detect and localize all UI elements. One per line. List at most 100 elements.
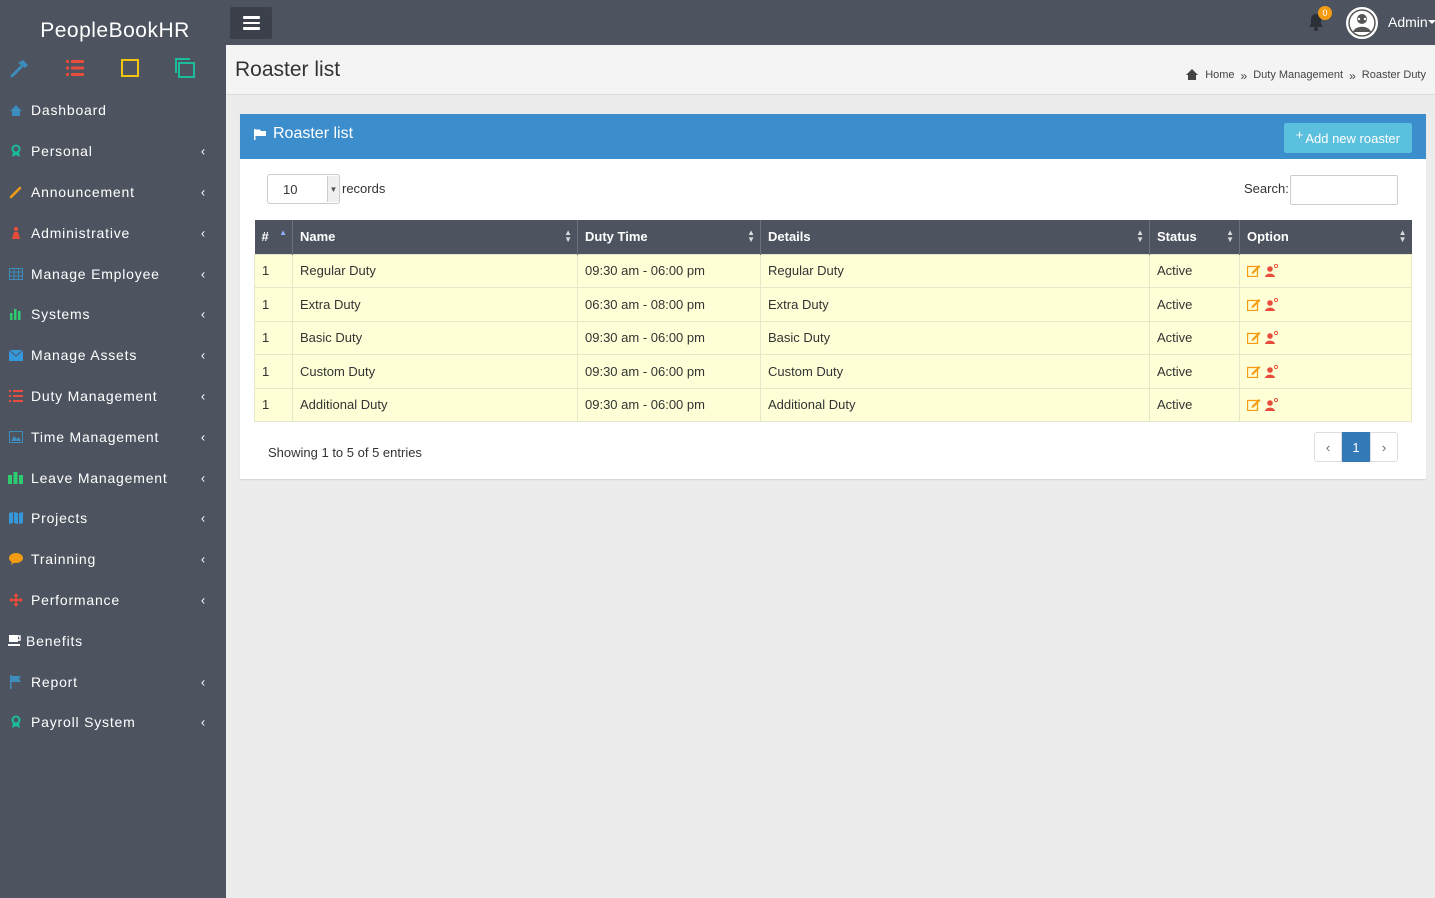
table-row: 1 Custom Duty 09:30 am - 06:00 pm Custom…: [254, 354, 1412, 388]
edit-icon[interactable]: [1247, 365, 1261, 378]
table-row: 1 Regular Duty 09:30 am - 06:00 pm Regul…: [254, 253, 1412, 288]
edit-icon[interactable]: [1247, 398, 1261, 412]
cell-status: Active: [1149, 354, 1240, 388]
breadcrumb-separator: »: [1240, 69, 1248, 83]
sidebar-item-dashboard[interactable]: Dashboard: [0, 90, 226, 131]
sidebar-item-manage-assets[interactable]: Manage Assets ‹: [0, 335, 226, 376]
sidebar-item-label: Duty Management: [31, 387, 158, 404]
cell-number: 1: [254, 253, 293, 288]
page-length-select[interactable]: 10 ▼: [267, 174, 340, 204]
sidebar-item-manage-employee[interactable]: Manage Employee ‹: [0, 253, 226, 294]
chevron-left-icon: ‹: [200, 266, 206, 282]
add-button-label: Add new roaster: [1305, 130, 1400, 146]
flag-icon: [254, 128, 266, 140]
cell-status: Active: [1149, 253, 1240, 288]
column-header-option[interactable]: Option ▲ ▼: [1239, 220, 1412, 254]
page-title: Roaster list: [235, 58, 341, 81]
sidebar-item-systems[interactable]: Systems ‹: [0, 294, 226, 335]
column-header-duty-time[interactable]: Duty Time ▲ ▼: [577, 220, 761, 254]
table-header-row: # ▲ Name ▲ ▼ Duty Time ▲ ▼ Details ▲ ▼ Status ▲ ▼…: [254, 220, 1412, 254]
user-menu-name[interactable]: Admin: [1388, 14, 1428, 30]
pagination-page-1[interactable]: 1: [1342, 432, 1370, 462]
edit-icon[interactable]: [1247, 264, 1261, 278]
sidebar-item-performance[interactable]: Performance ‹: [0, 580, 226, 621]
cell-number: 1: [254, 287, 293, 321]
cell-number: 1: [254, 387, 293, 422]
search-label: Search:: [1244, 181, 1289, 196]
cell-details: Basic Duty: [760, 320, 1150, 355]
column-header-status[interactable]: Status ▲ ▼: [1149, 220, 1240, 254]
page-length-value: 10: [283, 181, 298, 197]
hammer-icon[interactable]: [9, 57, 31, 79]
picture-icon: [7, 430, 24, 444]
cell-option: [1239, 387, 1412, 422]
sidebar-toggle-button[interactable]: [230, 7, 272, 39]
caret-down-icon[interactable]: [1428, 20, 1435, 24]
chevron-left-icon: ‹: [200, 674, 206, 690]
chevron-left-icon: ‹: [200, 347, 206, 363]
cell-name: Additional Duty: [292, 387, 578, 422]
sidebar-item-benefits[interactable]: Benefits: [0, 620, 226, 661]
sidebar-item-label: Trainning: [31, 551, 97, 568]
sidebar-item-time-management[interactable]: Time Management ‹: [0, 416, 226, 457]
assign-user-icon[interactable]: [1264, 264, 1278, 278]
sidebar-item-payroll-system[interactable]: Payroll System ‹: [0, 702, 226, 743]
cell-details: Regular Duty: [760, 253, 1150, 288]
sidebar-item-label: Payroll System: [31, 714, 136, 731]
sidebar-item-projects[interactable]: Projects ‹: [0, 498, 226, 539]
cell-duty-time: 06:30 am - 08:00 pm: [577, 287, 761, 321]
arrows-icon: [7, 592, 24, 607]
sidebar-item-trainning[interactable]: Trainning ‹: [0, 539, 226, 580]
cell-details: Custom Duty: [760, 354, 1150, 388]
content-header: Roaster list Home » Duty Management » Ro…: [226, 45, 1435, 95]
sidebar-item-label: Manage Employee: [31, 265, 160, 282]
sidebar-item-personal[interactable]: Personal ‹: [0, 131, 226, 172]
assign-user-icon[interactable]: [1264, 398, 1278, 412]
column-header-details[interactable]: Details ▲ ▼: [760, 220, 1150, 254]
sidebar-item-administrative[interactable]: Administrative ‹: [0, 212, 226, 253]
cell-name: Custom Duty: [292, 354, 578, 388]
assign-user-icon[interactable]: [1264, 364, 1278, 378]
breadcrumb-home[interactable]: Home: [1205, 69, 1234, 81]
sidebar-item-label: Manage Assets: [31, 347, 138, 364]
chevron-down-icon: ▼: [327, 176, 339, 202]
cell-duty-time: 09:30 am - 06:00 pm: [577, 253, 761, 288]
assign-user-icon[interactable]: [1264, 331, 1278, 345]
sidebar-item-label: Dashboard: [31, 102, 107, 119]
edit-icon[interactable]: [1247, 331, 1261, 345]
pagination-next-button[interactable]: ›: [1370, 432, 1398, 462]
table-icon: [7, 267, 24, 281]
breadcrumb: Home » Duty Management » Roaster Duty: [1185, 66, 1426, 83]
bar-chart-icon: [7, 307, 24, 321]
sidebar-item-announcement[interactable]: Announcement ‹: [0, 172, 226, 213]
pagination-prev-button[interactable]: ‹: [1314, 432, 1342, 462]
cell-number: 1: [254, 320, 293, 355]
cell-option: [1239, 354, 1412, 388]
assign-user-icon[interactable]: [1264, 297, 1278, 311]
edit-icon[interactable]: [1247, 298, 1261, 311]
breadcrumb-separator: »: [1349, 69, 1356, 83]
cell-option: [1239, 287, 1412, 321]
cell-details: Additional Duty: [760, 387, 1150, 422]
list-icon[interactable]: [64, 57, 86, 79]
sidebar-item-label: Personal: [31, 143, 93, 160]
sidebar-menu: Dashboard Personal ‹ Announcement ‹ Admi…: [0, 90, 226, 743]
plus-icon: +: [1295, 127, 1304, 142]
sort-icon: ▲ ▼: [1136, 228, 1144, 244]
add-new-roaster-button[interactable]: + Add new roaster: [1283, 123, 1412, 153]
search-input[interactable]: [1290, 175, 1398, 205]
sidebar-item-report[interactable]: Report ‹: [0, 661, 226, 702]
panel-title-text: Roaster list: [273, 125, 354, 142]
home-icon: [1186, 69, 1199, 80]
column-header-name[interactable]: Name ▲ ▼: [292, 220, 578, 254]
avatar[interactable]: [1346, 7, 1378, 39]
square-icon[interactable]: [119, 57, 141, 79]
sidebar-item-duty-management[interactable]: Duty Management ‹: [0, 376, 226, 417]
window-icon[interactable]: [174, 57, 196, 79]
app-brand[interactable]: PeopleBookHR: [0, 0, 226, 56]
column-header-number[interactable]: # ▲: [254, 220, 293, 254]
sidebar-item-leave-management[interactable]: Leave Management ‹: [0, 457, 226, 498]
breadcrumb-duty-management[interactable]: Duty Management: [1253, 69, 1343, 81]
sort-icon: ▲ ▼: [747, 228, 755, 244]
users-icon: [7, 471, 24, 485]
